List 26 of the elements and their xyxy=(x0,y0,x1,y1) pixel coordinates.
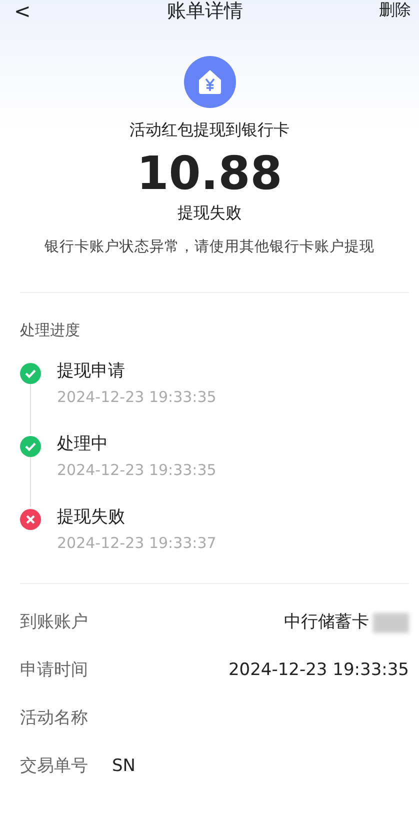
status-message: 银行卡账户状态异常，请使用其他银行卡账户提现 xyxy=(44,238,374,257)
step-time: 2024-12-23 19:33:37 xyxy=(57,532,216,554)
step-label: 处理中 xyxy=(57,432,109,455)
detail-value: SN xyxy=(112,755,136,778)
detail-label: 交易单号 xyxy=(20,755,88,778)
step-label: 提现申请 xyxy=(57,360,126,382)
back-button[interactable]: < xyxy=(14,0,31,22)
check-icon xyxy=(20,362,41,384)
step-time: 2024-12-23 19:33:35 xyxy=(57,386,216,408)
status-text: 提现失败 xyxy=(178,202,242,224)
amount: 10.88 xyxy=(136,148,282,199)
house-yen-icon xyxy=(184,56,236,108)
step-label: 提现失败 xyxy=(57,506,126,528)
page-title: 账单详情 xyxy=(166,0,243,22)
detail-label: 到账账户 xyxy=(20,611,88,634)
error-icon xyxy=(20,508,41,530)
detail-label: 活动名称 xyxy=(20,707,88,730)
check-icon xyxy=(20,436,41,457)
redacted-mark xyxy=(373,612,409,633)
delete-button[interactable]: 删除 xyxy=(378,0,411,20)
detail-value: 2024-12-23 19:33:35 xyxy=(228,659,409,682)
detail-label: 申请时间 xyxy=(20,659,88,682)
detail-value: 中行储蓄卡 xyxy=(284,611,369,634)
summary-title: 活动红包提现到银行卡 xyxy=(130,119,290,141)
step-time: 2024-12-23 19:33:35 xyxy=(57,460,216,481)
section-title: 处理进度 xyxy=(20,320,81,342)
